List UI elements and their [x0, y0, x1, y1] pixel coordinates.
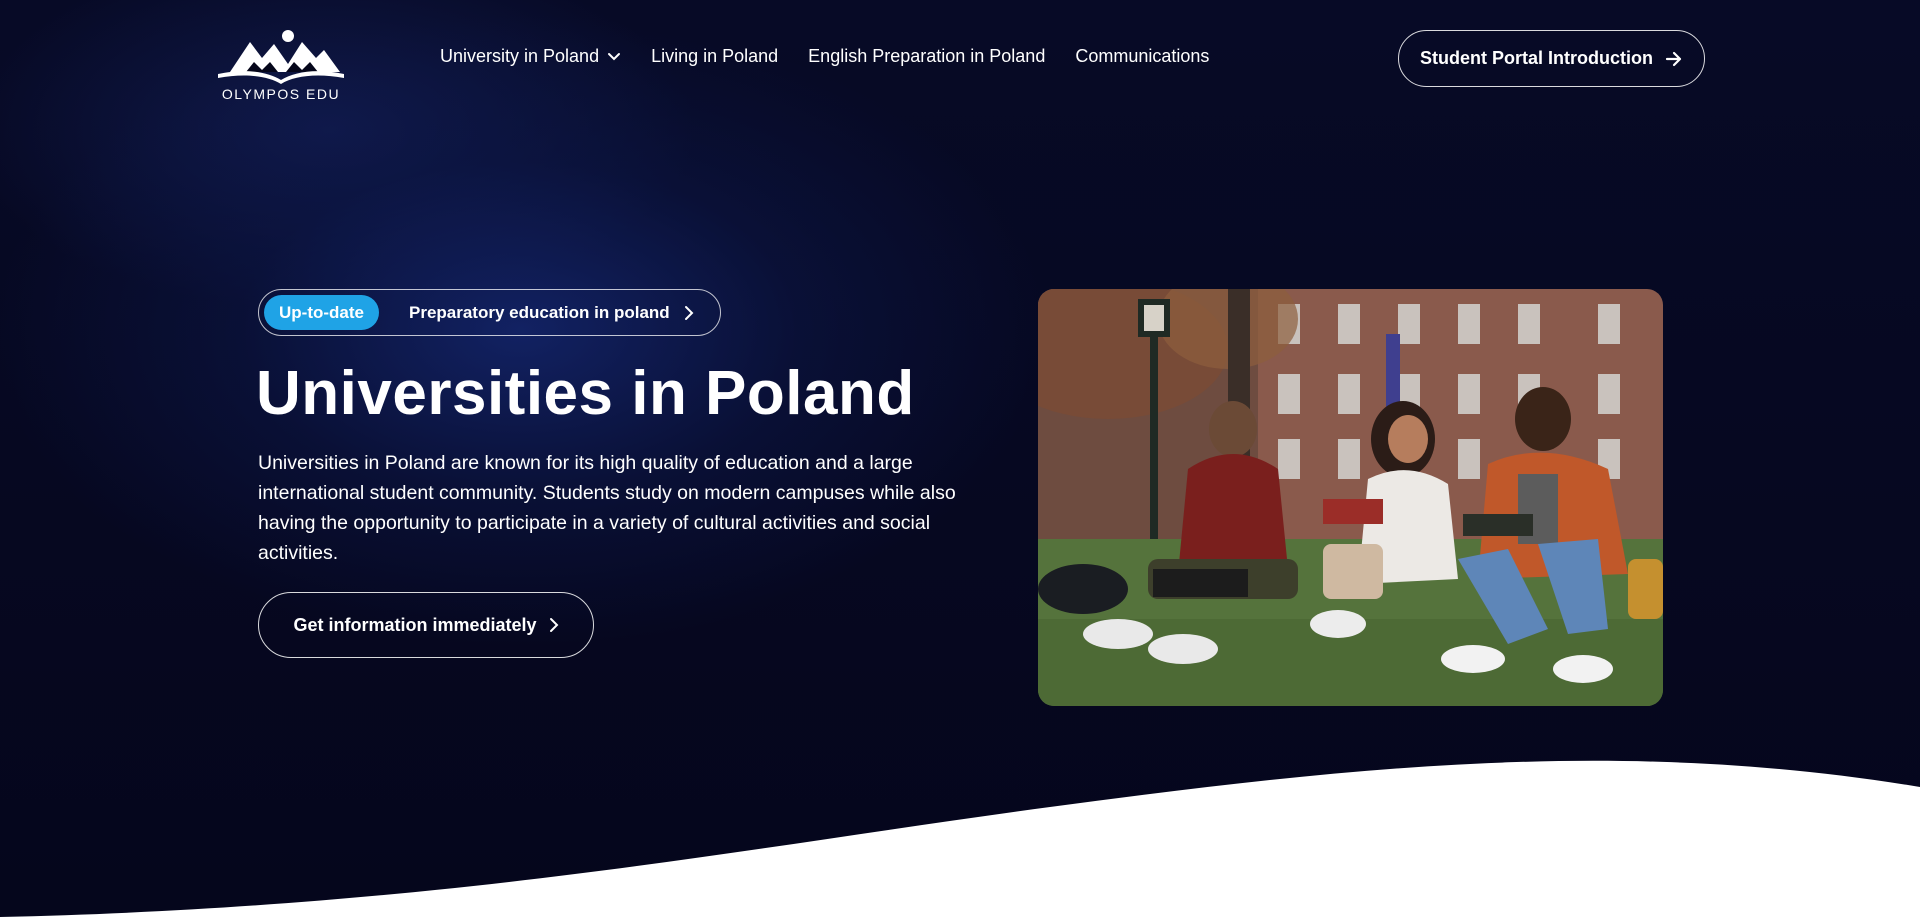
nav-item-living[interactable]: Living in Poland — [651, 46, 778, 67]
announcement-pill[interactable]: Up-to-date Preparatory education in pola… — [258, 289, 721, 336]
arrow-right-icon — [1665, 51, 1683, 67]
nav-item-english-prep[interactable]: English Preparation in Poland — [808, 46, 1045, 67]
chevron-down-icon — [607, 52, 621, 62]
cta-label: Get information immediately — [293, 614, 537, 635]
announcement-link-text: Preparatory education in poland — [408, 302, 670, 322]
site-header: OLYMPOS EDU University in Poland Living … — [0, 0, 1920, 118]
hero-description: Universities in Poland are known for its… — [258, 452, 956, 564]
nav-item-university[interactable]: University in Poland — [440, 46, 621, 67]
nav-item-communications[interactable]: Communications — [1075, 46, 1209, 67]
chevron-right-icon — [684, 305, 694, 321]
nav-item-label: University in Poland — [440, 46, 600, 66]
chevron-right-icon — [549, 617, 559, 633]
nav-item-label: Living in Poland — [651, 46, 779, 66]
page-title: Universities in Poland — [256, 359, 915, 428]
book-mountains-icon — [218, 30, 344, 84]
main-nav: University in Poland Living in Poland En… — [440, 46, 1239, 67]
nav-item-label: Communications — [1075, 46, 1210, 66]
student-portal-button[interactable]: Student Portal Introduction — [1398, 30, 1705, 87]
logo[interactable]: OLYMPOS EDU — [216, 28, 346, 104]
brand-name: OLYMPOS EDU — [221, 86, 341, 102]
up-to-date-badge: Up-to-date — [264, 295, 379, 330]
students-on-campus-photo — [1038, 289, 1663, 706]
get-information-button[interactable]: Get information immediately — [258, 592, 594, 658]
nav-item-label: English Preparation in Poland — [808, 46, 1046, 66]
student-portal-label: Student Portal Introduction — [1420, 48, 1653, 68]
bottom-wave — [0, 760, 1920, 917]
